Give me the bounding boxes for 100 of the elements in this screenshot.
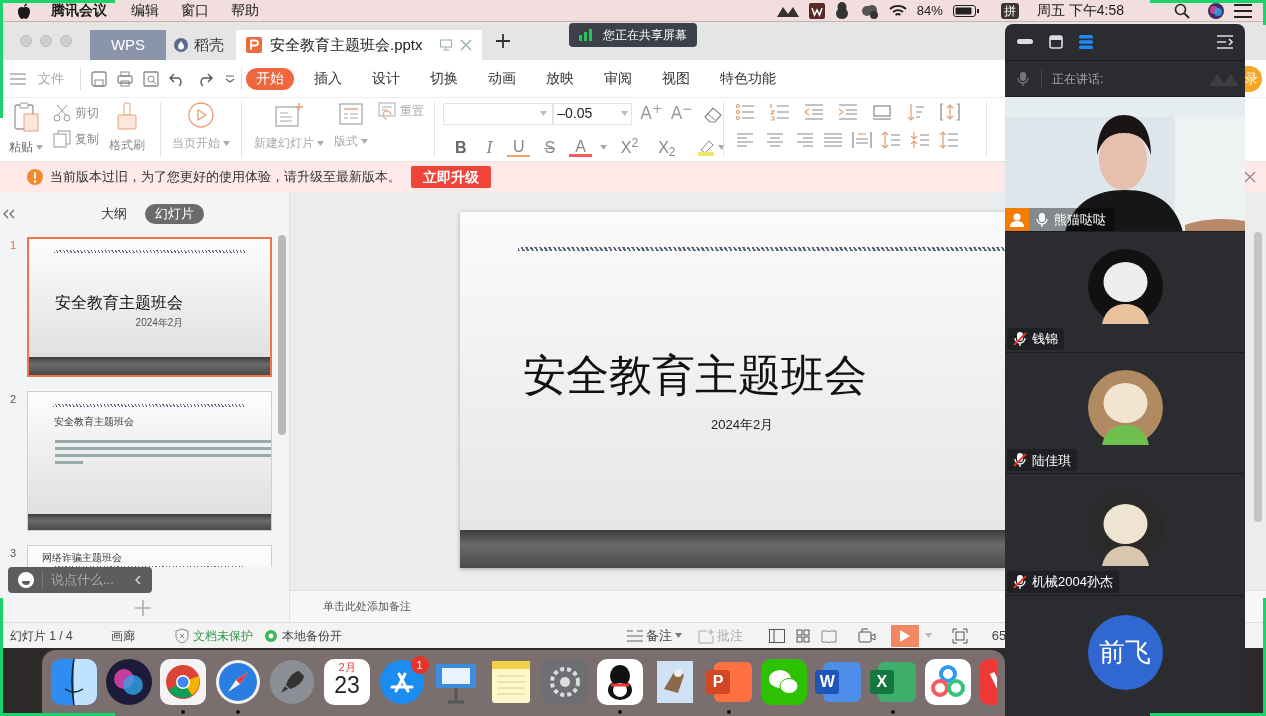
- play-icon[interactable]: [188, 102, 214, 128]
- spacing-increase-icon[interactable]: [939, 131, 959, 149]
- window-icon[interactable]: [1049, 35, 1063, 49]
- cut-button[interactable]: 剪切: [53, 104, 99, 122]
- ribbon-tab[interactable]: 插入: [304, 67, 352, 90]
- menu-list-icon[interactable]: [1234, 3, 1252, 18]
- slide-thumbnail[interactable]: 安全教育主题班会: [27, 391, 272, 531]
- battery-icon[interactable]: [952, 4, 979, 17]
- layout-icon[interactable]: [339, 102, 363, 126]
- collapse-panel-icon[interactable]: [3, 208, 15, 219]
- tab[interactable]: 安全教育主题班会.pptx: [236, 30, 482, 60]
- backup-status-icon[interactable]: [264, 629, 277, 642]
- format-button[interactable]: A: [569, 138, 592, 157]
- panel-tab[interactable]: 幻灯片: [145, 203, 204, 224]
- ribbon-tab[interactable]: 放映: [536, 67, 584, 90]
- indent-increase-icon[interactable]: [838, 103, 858, 121]
- align-right-icon[interactable]: [794, 131, 814, 149]
- menu-item[interactable]: 编辑: [131, 0, 159, 21]
- reset-icon[interactable]: [378, 102, 396, 120]
- highlighter-icon[interactable]: [695, 138, 716, 157]
- copy-button[interactable]: 复制: [53, 130, 99, 148]
- menu-item[interactable]: 帮助: [231, 0, 259, 21]
- new-tab-icon[interactable]: [496, 34, 510, 48]
- redo-icon[interactable]: [197, 71, 213, 86]
- chevron-left-icon[interactable]: [134, 575, 142, 585]
- add-slide-icon[interactable]: [134, 599, 151, 616]
- format-button[interactable]: X$^{2}$: [614, 135, 645, 160]
- format-button[interactable]: X$_{2}$: [652, 135, 682, 160]
- text-fit-icon[interactable]: [872, 103, 892, 121]
- dock-app-icon[interactable]: [51, 659, 97, 705]
- ribbon-tab[interactable]: 动画: [478, 67, 526, 90]
- sort-icon[interactable]: [906, 103, 926, 121]
- emoji-icon[interactable]: [18, 572, 34, 588]
- play-slideshow-button[interactable]: [890, 624, 919, 647]
- new-slide-icon[interactable]: [274, 102, 304, 128]
- indent-decrease-icon[interactable]: [804, 103, 824, 121]
- list-view-icon[interactable]: [1079, 35, 1093, 49]
- drop-icon[interactable]: [174, 38, 188, 52]
- ribbon-tab[interactable]: 视图: [652, 67, 700, 90]
- close-icon[interactable]: [1244, 171, 1256, 183]
- shield-icon[interactable]: [174, 627, 189, 644]
- ribbon-tab[interactable]: 特色功能: [710, 67, 786, 90]
- format-button[interactable]: U: [506, 138, 531, 157]
- distribute-icon[interactable]: [852, 131, 872, 149]
- document-app-icon[interactable]: [808, 2, 825, 19]
- input-method-indicator[interactable]: 拼: [1000, 2, 1019, 19]
- align-center-icon[interactable]: [765, 131, 785, 149]
- spacing-decrease-icon[interactable]: [910, 131, 930, 149]
- wifi-icon[interactable]: [888, 3, 907, 18]
- monitor-icon[interactable]: [440, 39, 452, 51]
- justify-icon[interactable]: [823, 131, 843, 149]
- copy-icon[interactable]: [53, 130, 71, 148]
- fit-window-icon[interactable]: [951, 627, 968, 644]
- menu-bar-clock[interactable]: 周五 下午4:58: [1036, 0, 1124, 21]
- penguin-icon[interactable]: [834, 2, 849, 19]
- scrollbar-thumb[interactable]: [1254, 232, 1262, 522]
- slide-sorter-icon[interactable]: [795, 628, 810, 643]
- upgrade-button[interactable]: 立即升级: [411, 166, 491, 188]
- print-icon[interactable]: [117, 70, 133, 87]
- menu-item[interactable]: 腾讯会议: [51, 0, 107, 21]
- format-button[interactable]: I: [480, 135, 499, 160]
- presentation-file-icon[interactable]: [246, 37, 262, 53]
- minimize-icon[interactable]: [1017, 39, 1033, 45]
- format-painter-button[interactable]: 格式刷: [109, 102, 145, 161]
- paste-button[interactable]: 粘贴: [9, 102, 43, 161]
- bullet-list-icon[interactable]: [736, 103, 756, 121]
- dock-app-icon[interactable]: 2月 23: [323, 659, 370, 705]
- format-button[interactable]: B: [449, 135, 473, 160]
- more-icon[interactable]: [225, 74, 235, 83]
- dock-app-icon[interactable]: [596, 659, 643, 705]
- numbered-list-icon[interactable]: [770, 103, 790, 121]
- save-icon[interactable]: [91, 70, 107, 87]
- notes-button[interactable]: 备注: [645, 625, 672, 646]
- signal-bars-icon[interactable]: [579, 29, 593, 41]
- siri-icon[interactable]: [1208, 2, 1224, 19]
- line-spacing-icon[interactable]: [881, 131, 901, 149]
- clipboard-icon[interactable]: [13, 102, 39, 132]
- menu-item[interactable]: 窗口: [181, 0, 209, 21]
- notes-field[interactable]: 单击此处添加备注: [323, 598, 411, 615]
- notes-icon[interactable]: [626, 629, 643, 642]
- text-direction-icon[interactable]: [940, 103, 960, 121]
- print-preview-icon[interactable]: [143, 70, 159, 87]
- format-button[interactable]: S: [538, 135, 562, 160]
- warning-icon[interactable]: [27, 169, 43, 185]
- font-size-field[interactable]: –0.05: [553, 102, 633, 125]
- search-icon[interactable]: [1174, 2, 1190, 19]
- close-icon[interactable]: [460, 39, 472, 51]
- menu-icon[interactable]: [10, 72, 26, 85]
- ribbon-tab[interactable]: 切换: [420, 67, 468, 90]
- panel-tab[interactable]: 大纲: [95, 203, 133, 224]
- collapse-icon[interactable]: [1217, 35, 1233, 49]
- ribbon-tab[interactable]: 审阅: [594, 67, 642, 90]
- align-left-icon[interactable]: [736, 131, 756, 149]
- zoom-level[interactable]: 65: [991, 625, 1007, 646]
- camera-icon[interactable]: [857, 627, 876, 644]
- gallery-button[interactable]: 画廊: [110, 626, 135, 645]
- reading-view-icon[interactable]: [820, 628, 837, 643]
- muted-microphone-icon[interactable]: [1013, 452, 1027, 469]
- slide-thumbnail[interactable]: 网络诈骗主题班会: [27, 545, 272, 567]
- muted-microphone-icon[interactable]: [1013, 573, 1027, 590]
